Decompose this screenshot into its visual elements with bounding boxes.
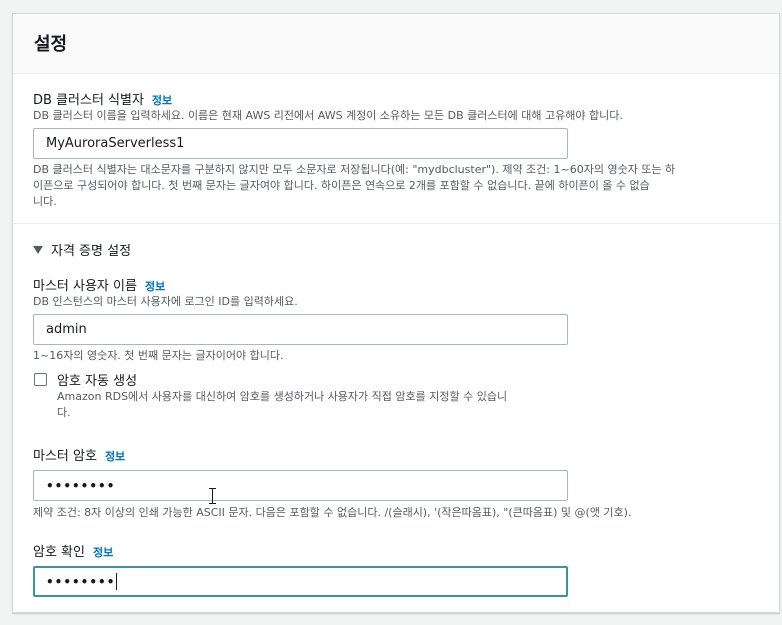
credentials-section-toggle[interactable]: 자격 증명 설정 <box>33 240 131 259</box>
text-caret <box>116 573 118 590</box>
master-username-info-link[interactable]: 정보 <box>145 280 165 293</box>
master-password-label-row: 마스터 암호 정보 <box>33 445 125 464</box>
master-username-label: 마스터 사용자 이름 <box>33 279 137 294</box>
confirm-password-info-link[interactable]: 정보 <box>93 546 113 559</box>
master-password-constraint: 제약 조건: 8자 이상의 인쇄 가능한 ASCII 문자. 다음은 포함할 수… <box>33 506 632 519</box>
confirm-password-label-row: 암호 확인 정보 <box>33 541 113 560</box>
auto-generate-description-line: Amazon RDS에서 사용자를 대신하여 암호를 생성하거나 사용자가 직접… <box>57 390 508 403</box>
auto-generate-password-checkbox[interactable] <box>34 373 47 386</box>
master-password-info-link[interactable]: 정보 <box>105 450 125 463</box>
text-cursor-icon <box>209 488 216 504</box>
constraint-line: DB 클러스터 식별자는 대소문자를 구분하지 않지만 모두 소문자로 저장됩니… <box>33 163 676 176</box>
db-cluster-identifier-label-row: DB 클러스터 식별자 정보 <box>33 89 172 108</box>
db-cluster-identifier-value: MyAuroraServerless1 <box>46 136 185 151</box>
auto-generate-description-line: 다. <box>57 406 71 419</box>
panel-header: 설정 <box>13 14 779 74</box>
db-cluster-identifier-input[interactable]: MyAuroraServerless1 <box>33 128 568 159</box>
db-cluster-identifier-info-link[interactable]: 정보 <box>152 94 172 107</box>
credentials-section-title: 자격 증명 설정 <box>51 244 132 259</box>
master-password-label: 마스터 암호 <box>33 449 97 464</box>
settings-panel: 설정 DB 클러스터 식별자 정보 DB 클러스터 이름을 입력하세요. 이름은 … <box>12 13 780 613</box>
auto-generate-password-description: Amazon RDS에서 사용자를 대신하여 암호를 생성하거나 사용자가 직접… <box>57 389 577 421</box>
db-cluster-identifier-description: DB 클러스터 이름을 입력하세요. 이름은 현재 AWS 리전에서 AWS 계… <box>33 109 623 122</box>
auto-generate-password-label: 암호 자동 생성 <box>57 374 138 389</box>
confirm-password-input[interactable]: •••••••• <box>33 566 568 597</box>
section-divider <box>13 223 779 224</box>
constraint-line: 이픈으로 구성되어야 합니다. 첫 번째 문자는 글자여야 합니다. 하이픈은 … <box>33 179 650 192</box>
master-username-constraint: 1~16자의 영숫자. 첫 번째 문자는 글자이어야 합니다. <box>33 349 284 362</box>
master-password-value: •••••••• <box>46 478 116 493</box>
master-username-value: admin <box>46 322 87 337</box>
master-username-input[interactable]: admin <box>33 314 568 345</box>
master-username-description: DB 인스턴스의 마스터 사용자에 로그인 ID를 입력하세요. <box>33 295 298 308</box>
confirm-password-value: •••••••• <box>46 574 116 589</box>
panel-title: 설정 <box>34 34 68 55</box>
master-password-input[interactable]: •••••••• <box>33 470 568 501</box>
db-cluster-identifier-constraint: DB 클러스터 식별자는 대소문자를 구분하지 않지만 모두 소문자로 저장됩니… <box>33 162 753 210</box>
db-cluster-identifier-label: DB 클러스터 식별자 <box>33 93 144 108</box>
constraint-line: 니다. <box>33 195 57 208</box>
confirm-password-label: 암호 확인 <box>33 545 85 560</box>
master-username-label-row: 마스터 사용자 이름 정보 <box>33 275 165 294</box>
caret-down-icon <box>33 245 43 254</box>
